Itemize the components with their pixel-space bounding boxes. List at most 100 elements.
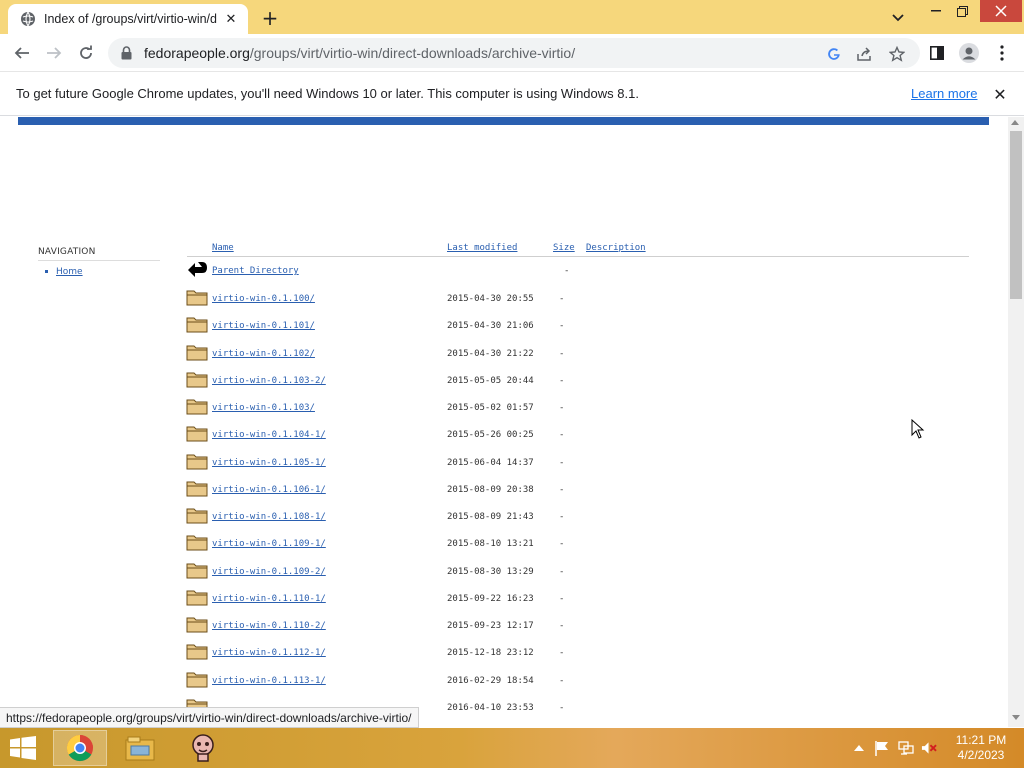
taskbar-chrome[interactable] — [53, 730, 107, 766]
folder-icon — [186, 561, 208, 581]
column-header-last-modified[interactable]: Last modified — [447, 243, 517, 253]
side-panel-icon[interactable] — [924, 40, 950, 66]
star-icon[interactable] — [888, 45, 906, 63]
folder-icon — [186, 506, 208, 526]
modified-cell: 2015-08-09 21:43 — [447, 512, 534, 522]
directory-row: virtio-win-0.1.109-2/2015-08-30 13:29 - — [186, 561, 886, 583]
modified-cell: 2015-08-30 13:29 — [447, 567, 534, 577]
volume-muted-icon[interactable] — [921, 740, 937, 756]
modified-cell: 2015-08-09 20:38 — [447, 485, 534, 495]
update-infobar: To get future Google Chrome updates, you… — [0, 72, 1024, 116]
folder-icon — [186, 370, 208, 390]
new-tab-button[interactable]: + — [258, 6, 282, 30]
column-header-size[interactable]: Size — [553, 243, 575, 253]
directory-link[interactable]: virtio-win-0.1.109-1/ — [212, 539, 326, 549]
window-close-button[interactable] — [980, 0, 1022, 22]
windows-start-icon[interactable] — [8, 736, 38, 760]
restore-button[interactable] — [950, 0, 974, 22]
address-bar[interactable]: fedorapeople.org/groups/virt/virtio-win/… — [108, 38, 920, 68]
kebab-menu-icon[interactable] — [989, 40, 1015, 66]
system-clock[interactable]: 11:21 PM 4/2/2023 — [946, 733, 1016, 763]
back-arrow-icon — [186, 260, 208, 280]
directory-link[interactable]: virtio-win-0.1.105-1/ — [212, 458, 326, 468]
lock-icon[interactable] — [118, 45, 134, 61]
url-path: /groups/virt/virtio-win/direct-downloads… — [249, 45, 576, 61]
size-cell: - — [559, 594, 565, 604]
size-cell: - — [559, 458, 565, 468]
flag-icon[interactable] — [874, 740, 890, 756]
folder-icon — [186, 670, 208, 690]
size-cell: - — [559, 512, 565, 522]
column-header-name[interactable]: Name — [212, 243, 234, 253]
directory-link[interactable]: virtio-win-0.1.108-1/ — [212, 512, 326, 522]
column-header-description[interactable]: Description — [586, 243, 646, 253]
directory-row: virtio-win-0.1.103-2/2015-05-05 20:44 - — [186, 370, 886, 392]
nav-item-home[interactable]: Home — [45, 267, 83, 277]
directory-row: virtio-win-0.1.112-1/2015-12-18 23:12 - — [186, 642, 886, 664]
directory-link[interactable]: virtio-win-0.1.103/ — [212, 403, 315, 413]
active-tab[interactable]: Index of /groups/virt/virtio-win/d ✕ — [8, 4, 248, 34]
close-icon[interactable]: ✕ — [222, 10, 240, 28]
directory-link[interactable]: virtio-win-0.1.103-2/ — [212, 376, 326, 386]
directory-row: virtio-win-0.1.113-1/2016-02-29 18:54 - — [186, 670, 886, 692]
navigation-heading: NAVIGATION — [38, 247, 96, 257]
size-cell: - — [559, 567, 565, 577]
google-icon[interactable] — [825, 45, 843, 63]
url-host: fedorapeople.org — [144, 45, 250, 61]
modified-cell: 2015-09-22 16:23 — [447, 594, 534, 604]
directory-link[interactable]: virtio-win-0.1.101/ — [212, 321, 315, 331]
clock-date: 4/2/2023 — [957, 748, 1005, 762]
chevron-down-icon[interactable] — [888, 8, 908, 28]
size-cell: - — [559, 403, 565, 413]
network-icon[interactable] — [898, 740, 914, 756]
reload-icon[interactable] — [73, 40, 99, 66]
learn-more-link[interactable]: Learn more — [911, 86, 977, 101]
taskbar-game[interactable] — [176, 730, 230, 766]
directory-link[interactable]: virtio-win-0.1.109-2/ — [212, 567, 326, 577]
modified-cell: 2015-04-30 20:55 — [447, 294, 534, 304]
forward-arrow-icon[interactable] — [41, 40, 67, 66]
folder-icon — [186, 343, 208, 363]
modified-cell: 2015-05-05 20:44 — [447, 376, 534, 386]
directory-row: virtio-win-0.1.106-1/2015-08-09 20:38 - — [186, 479, 886, 501]
directory-link[interactable]: virtio-win-0.1.110-2/ — [212, 621, 326, 631]
taskbar: 11:21 PM 4/2/2023 — [0, 728, 1024, 768]
modified-cell: 2015-04-30 21:22 — [447, 349, 534, 359]
directory-link[interactable]: virtio-win-0.1.100/ — [212, 294, 315, 304]
taskbar-file-explorer[interactable] — [113, 730, 167, 766]
size-cell: - — [559, 321, 565, 331]
chrome-icon — [66, 734, 93, 762]
folder-icon — [186, 315, 208, 335]
parent-directory-row: Parent Directory - — [186, 260, 886, 282]
directory-row: virtio-win-0.1.108-1/2015-08-09 21:43 - — [186, 506, 886, 528]
size-cell: - — [559, 430, 565, 440]
directory-row: virtio-win-0.1.101/2015-04-30 21:06 - — [186, 315, 886, 337]
folder-icon — [186, 452, 208, 472]
profile-icon[interactable] — [956, 40, 982, 66]
mouse-cursor — [911, 418, 925, 439]
directory-link[interactable]: virtio-win-0.1.113-1/ — [212, 676, 326, 686]
scroll-up-icon[interactable] — [1011, 120, 1019, 125]
back-arrow-icon[interactable] — [9, 40, 35, 66]
close-icon[interactable]: ✕ — [990, 84, 1010, 104]
page-scrollbar[interactable] — [1008, 117, 1024, 727]
directory-link[interactable]: virtio-win-0.1.110-1/ — [212, 594, 326, 604]
minimize-button[interactable] — [922, 0, 950, 22]
share-icon[interactable] — [856, 45, 874, 63]
nav-home-link[interactable]: Home — [56, 267, 83, 277]
parent-directory-link[interactable]: Parent Directory — [212, 266, 299, 276]
scroll-down-icon[interactable] — [1012, 715, 1020, 720]
scrollbar-thumb[interactable] — [1010, 131, 1022, 299]
directory-row: virtio-win-0.1.109-1/2015-08-10 13:21 - — [186, 533, 886, 555]
modified-cell: 2015-09-23 12:17 — [447, 621, 534, 631]
chevron-up-icon[interactable] — [851, 740, 867, 756]
directory-row: virtio-win-0.1.104-1/2015-05-26 00:25 - — [186, 424, 886, 446]
directory-link[interactable]: virtio-win-0.1.104-1/ — [212, 430, 326, 440]
directory-link[interactable]: virtio-win-0.1.112-1/ — [212, 648, 326, 658]
folder-icon — [186, 424, 208, 444]
modified-cell: 2016-04-10 23:53 — [447, 703, 534, 713]
size-cell: - — [559, 376, 565, 386]
directory-link[interactable]: virtio-win-0.1.106-1/ — [212, 485, 326, 495]
directory-link[interactable]: virtio-win-0.1.102/ — [212, 349, 315, 359]
size-cell: - — [559, 349, 565, 359]
